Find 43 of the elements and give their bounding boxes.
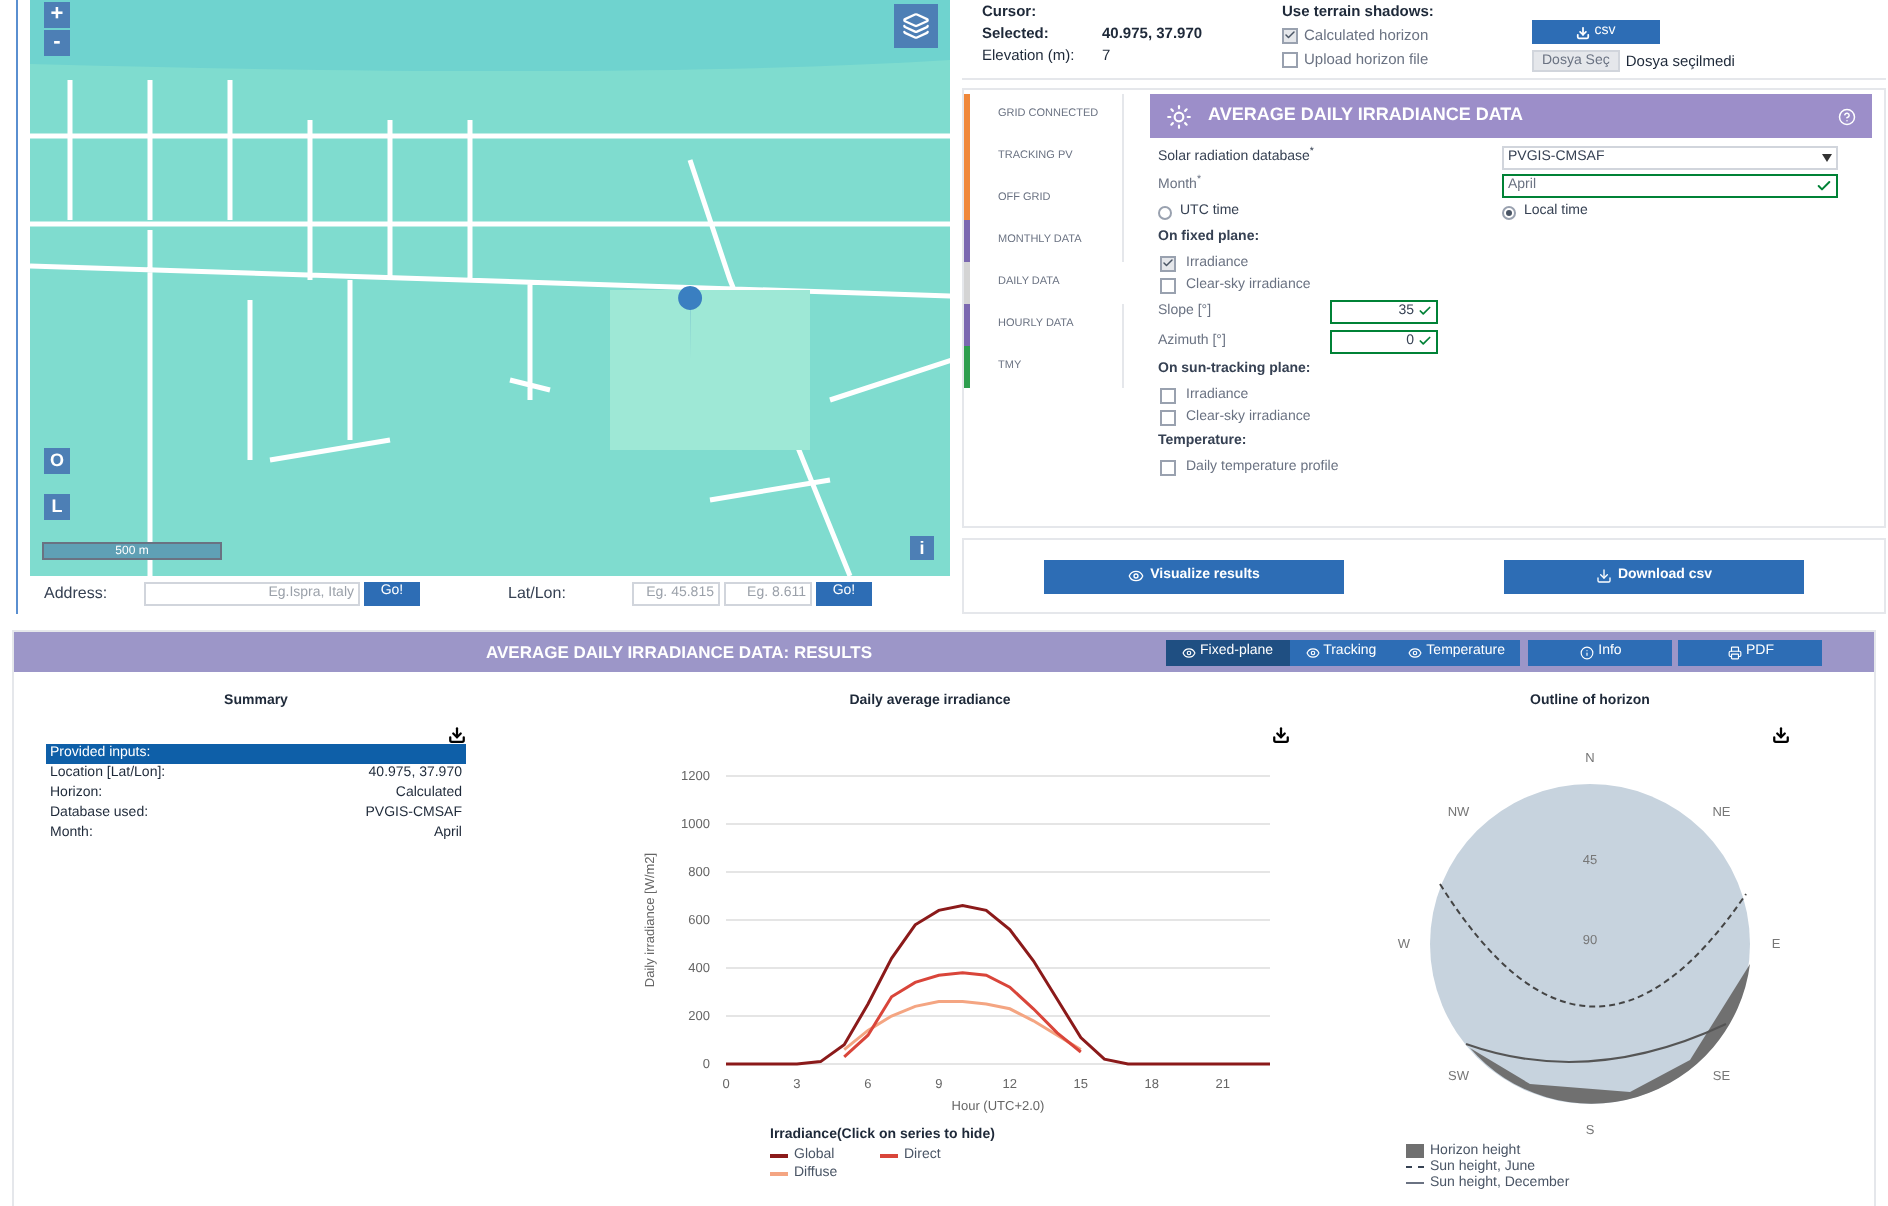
checkbox[interactable] [1160, 459, 1176, 475]
eye-icon [1408, 645, 1423, 659]
zoom-out-button[interactable]: - [44, 30, 70, 56]
download-icon [1772, 725, 1790, 743]
info-icon [1580, 645, 1595, 659]
checkbox[interactable] [1160, 387, 1176, 403]
checkbox[interactable] [1282, 51, 1298, 67]
check-icon [1418, 334, 1432, 348]
map-info-button[interactable]: i [910, 536, 934, 560]
eye-icon [1305, 645, 1320, 659]
layers-button[interactable] [894, 4, 938, 48]
form-title: AVERAGE DAILY IRRADIANCE DATA [1208, 102, 1526, 129]
chart-line[interactable] [843, 999, 1082, 1050]
chart-line[interactable] [843, 970, 1082, 1057]
eye-icon [1128, 568, 1145, 584]
legend-swatch [1406, 1144, 1424, 1158]
download-icon [1272, 725, 1290, 743]
chart-line[interactable] [726, 903, 1270, 1065]
map-o-button[interactable]: O [44, 448, 70, 474]
layers-icon [902, 12, 930, 40]
download-icon [1576, 25, 1591, 39]
check-icon [1418, 304, 1432, 318]
legend-line [1406, 1182, 1424, 1184]
radio-button[interactable] [1158, 205, 1172, 219]
eye-icon [1182, 645, 1196, 659]
zoom-in-button[interactable]: + [44, 2, 70, 28]
sun-icon [1166, 103, 1192, 129]
checkbox[interactable] [1160, 255, 1176, 271]
checkbox[interactable] [1160, 409, 1176, 425]
check-icon [1816, 178, 1832, 194]
results-title: AVERAGE DAILY IRRADIANCE DATA: RESULTS [486, 639, 874, 665]
radio-button[interactable] [1502, 205, 1516, 219]
checkbox[interactable] [1160, 277, 1176, 293]
printer-icon [1727, 645, 1742, 659]
map-l-button[interactable]: L [44, 494, 70, 520]
legend-dashed-line [1406, 1166, 1424, 1168]
latlon-label: Lat/Lon: [508, 581, 568, 605]
checkbox[interactable] [1282, 27, 1298, 43]
help-icon [1838, 107, 1856, 125]
download-icon [448, 725, 466, 743]
address-label: Address: [44, 581, 110, 605]
caret-icon [1822, 154, 1832, 162]
download-icon [1595, 568, 1612, 584]
